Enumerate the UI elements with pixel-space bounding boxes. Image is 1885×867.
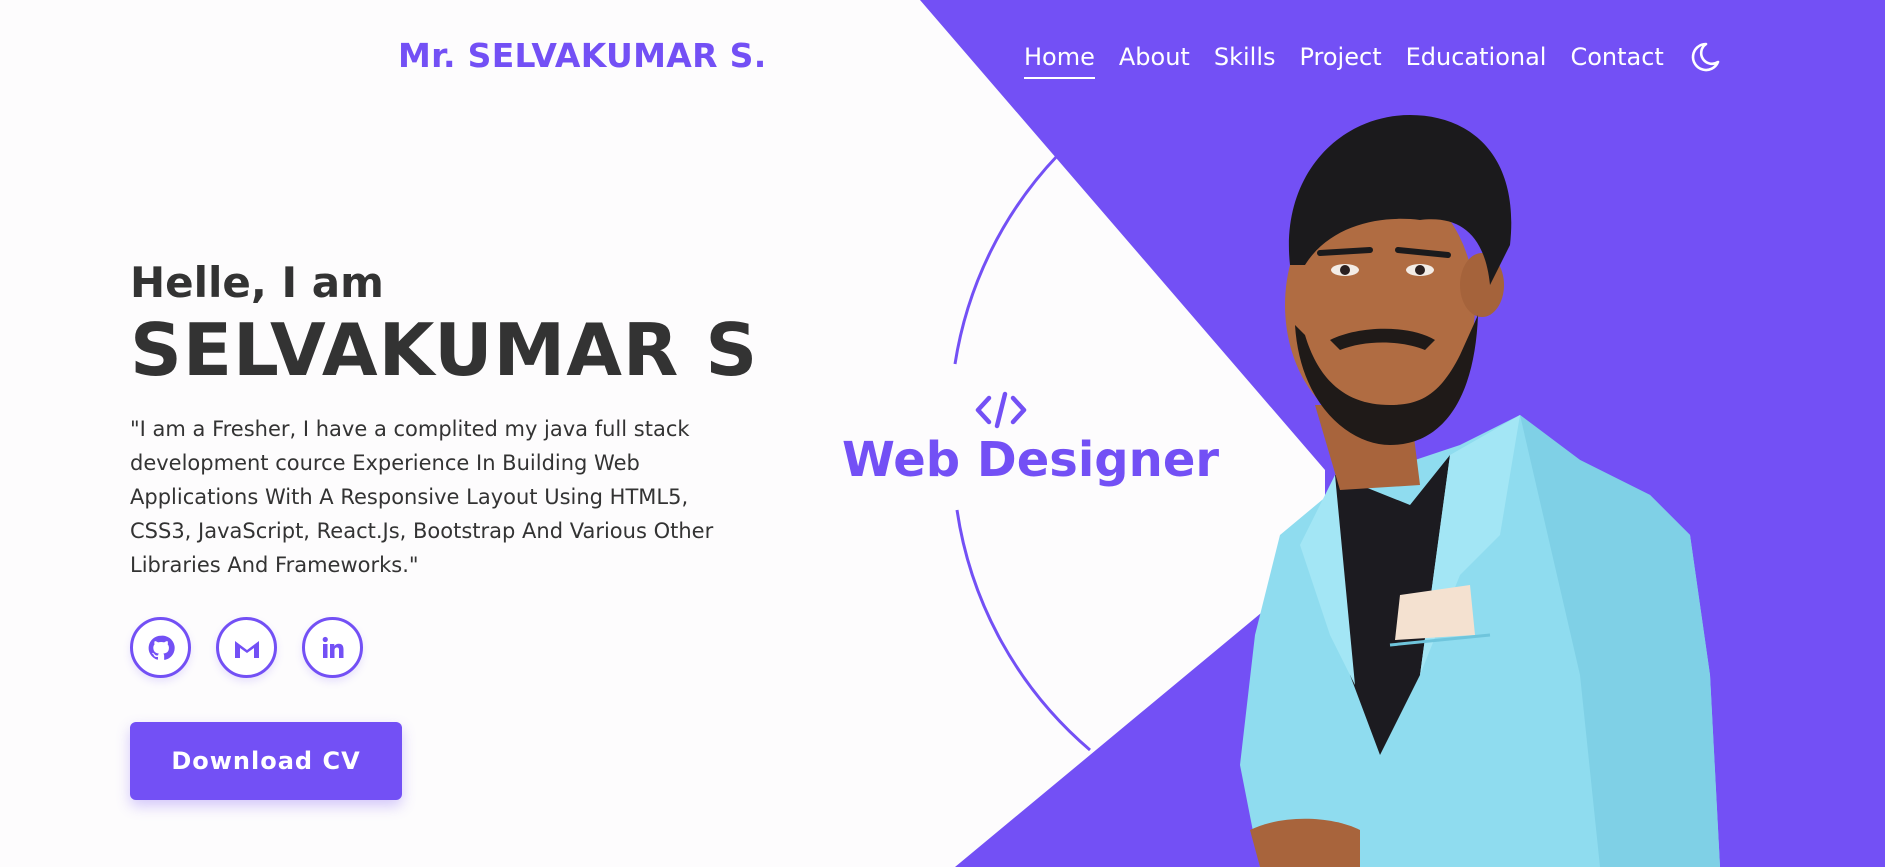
github-icon xyxy=(148,635,175,660)
hero-name: SELVAKUMAR S xyxy=(130,308,759,392)
main-nav: Home About Skills Project Educational Co… xyxy=(1024,40,1722,79)
nav-item-skills[interactable]: Skills xyxy=(1214,43,1276,71)
hero-greeting: Helle, I am xyxy=(130,258,384,307)
linkedin-icon xyxy=(322,636,343,658)
nav-item-home[interactable]: Home xyxy=(1024,43,1095,79)
linkedin-button[interactable] xyxy=(302,617,363,678)
nav-item-educational[interactable]: Educational xyxy=(1406,43,1547,71)
nav-item-about[interactable]: About xyxy=(1119,43,1190,71)
nav-item-project[interactable]: Project xyxy=(1299,43,1381,71)
gmail-button[interactable] xyxy=(216,617,277,678)
brand-logo[interactable]: Mr. SELVAKUMAR S. xyxy=(398,36,767,75)
social-links xyxy=(130,617,388,678)
code-icon xyxy=(975,391,1027,429)
moon-icon[interactable] xyxy=(1688,40,1722,74)
hero-description: "I am a Fresher, I have a complited my j… xyxy=(130,417,714,577)
role-label: Web Designer xyxy=(842,432,1220,488)
download-cv-button[interactable]: Download CV xyxy=(130,722,402,800)
gmail-icon xyxy=(234,640,259,658)
nav-item-contact[interactable]: Contact xyxy=(1570,43,1663,71)
profile-photo xyxy=(1240,115,1720,867)
portfolio-page: Mr. SELVAKUMAR S. Home About Skills Proj… xyxy=(0,0,1885,867)
github-button[interactable] xyxy=(130,617,191,678)
